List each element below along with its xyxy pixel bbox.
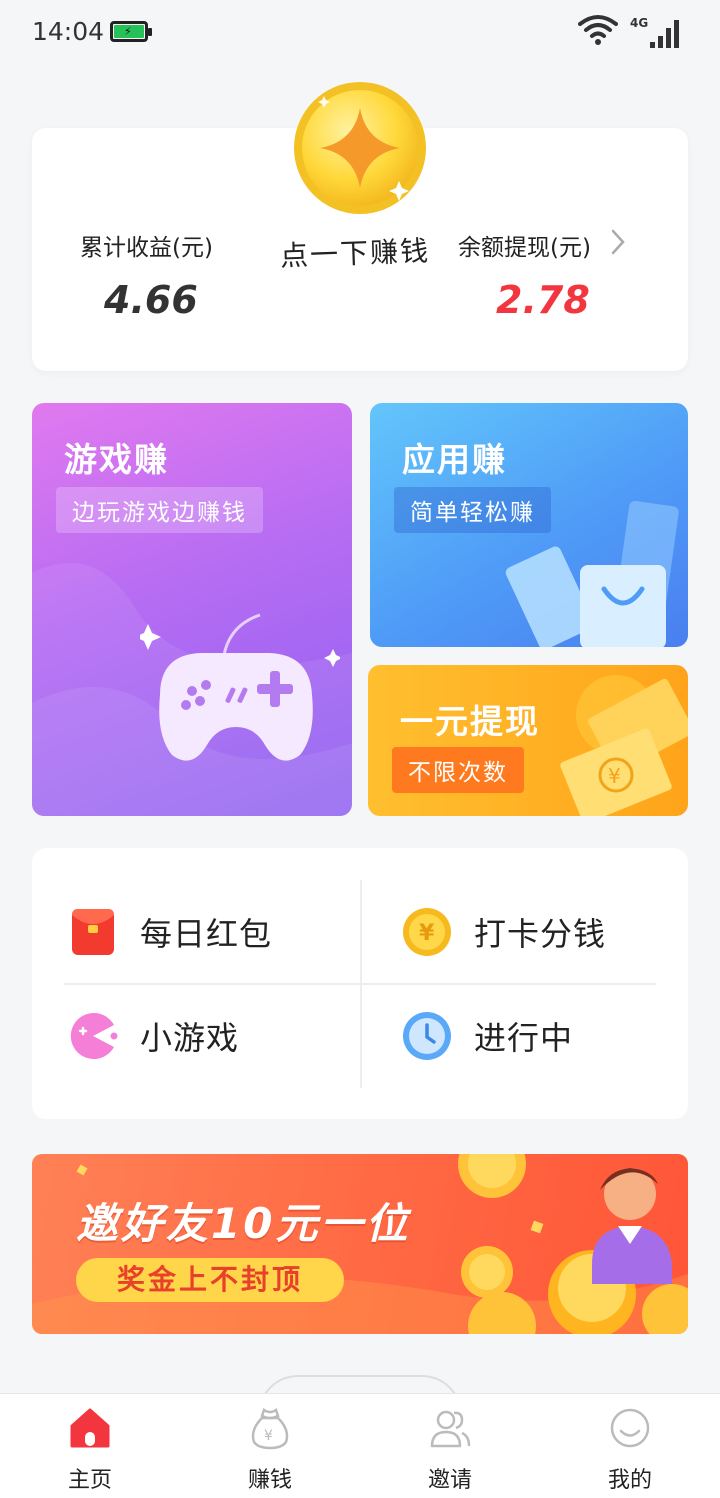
invite-friends-banner[interactable]: 邀好友10元一位 奖金上不封顶 (32, 1154, 688, 1334)
svg-text:¥: ¥ (608, 764, 621, 788)
balance-label: 余额提现(元) (458, 235, 591, 261)
menu-mini-games-label: 小游戏 (140, 1019, 240, 1057)
users-icon (430, 1410, 471, 1448)
one-yuan-withdraw-tile[interactable]: 一元提现 不限次数 ¥ (368, 665, 688, 816)
svg-text:¥: ¥ (419, 921, 435, 946)
status-bar: 14:04 ⚡ 4G (0, 0, 720, 64)
network-type: 4G (630, 16, 648, 30)
cash-tile-title: 一元提现 (400, 702, 540, 741)
total-earnings-value: 4.66 (104, 278, 198, 322)
tab-invite-label: 邀请 (427, 1468, 472, 1493)
banner-title: 邀好友10元一位 (76, 1199, 411, 1248)
menu-daily-red-envelope-label: 每日红包 (140, 915, 273, 953)
shopping-bag-icon (505, 500, 679, 647)
tab-invite[interactable]: 邀请 (390, 1394, 510, 1498)
battery-charging-icon: ⚡ (110, 21, 152, 42)
pacman-icon (70, 1013, 118, 1059)
cell-signal-icon: 4G (630, 16, 679, 48)
menu-in-progress[interactable]: 进行中 (402, 986, 573, 1086)
gold-coin-icon: ¥ (403, 908, 451, 956)
tab-earn[interactable]: ¥ 赚钱 (210, 1394, 330, 1498)
smile-icon (610, 1408, 650, 1448)
chevron-right-icon (611, 229, 625, 255)
menu-daily-red-envelope[interactable]: 每日红包 (68, 882, 272, 982)
menu-mini-games[interactable]: 小游戏 (68, 986, 239, 1086)
menu-checkin-share[interactable]: ¥ 打卡分钱 (402, 882, 606, 982)
app-earn-tile[interactable]: 应用赚 简单轻松赚 (370, 403, 688, 647)
tab-home-label: 主页 (67, 1468, 112, 1493)
tab-home[interactable]: 主页 (30, 1394, 150, 1498)
tap-coin-button[interactable] (292, 80, 428, 216)
cash-tile-subtitle: 不限次数 (392, 747, 524, 793)
tab-mine-label: 我的 (607, 1468, 652, 1493)
tap-to-earn-text: 点一下赚钱 (279, 234, 431, 273)
gamepad-icon (140, 613, 340, 761)
withdraw-balance-button[interactable]: 余额提现(元) 2.78 (452, 218, 662, 328)
balance-value: 2.78 (496, 278, 590, 322)
clock-icon (403, 1012, 451, 1060)
game-earn-tile[interactable]: 游戏赚 边玩游戏边赚钱 (32, 403, 352, 816)
svg-text:¥: ¥ (264, 1428, 273, 1444)
menu-checkin-share-label: 打卡分钱 (474, 915, 607, 953)
banknote-icon: ¥ (560, 675, 688, 816)
menu-in-progress-label: 进行中 (474, 1019, 574, 1057)
tab-earn-label: 赚钱 (247, 1468, 292, 1493)
wifi-icon (578, 15, 618, 45)
banner-pill: 奖金上不封顶 (76, 1258, 344, 1302)
money-bag-icon: ¥ (251, 1408, 289, 1450)
tab-mine[interactable]: 我的 (570, 1394, 690, 1498)
menu-divider-horizontal (64, 983, 656, 985)
total-earnings-label: 累计收益(元) (80, 235, 213, 261)
game-tile-title: 游戏赚 (64, 440, 169, 479)
status-time: 14:04 (32, 17, 105, 46)
game-tile-subtitle: 边玩游戏边赚钱 (56, 487, 263, 533)
home-icon (70, 1408, 110, 1448)
quick-menu: 每日红包 ¥ 打卡分钱 小游戏 进行中 (32, 848, 688, 1119)
bottom-tab-bar: 主页 ¥ 赚钱 邀请 我的 (0, 1393, 720, 1498)
app-tile-title: 应用赚 (402, 440, 507, 479)
red-envelope-icon (72, 909, 114, 955)
